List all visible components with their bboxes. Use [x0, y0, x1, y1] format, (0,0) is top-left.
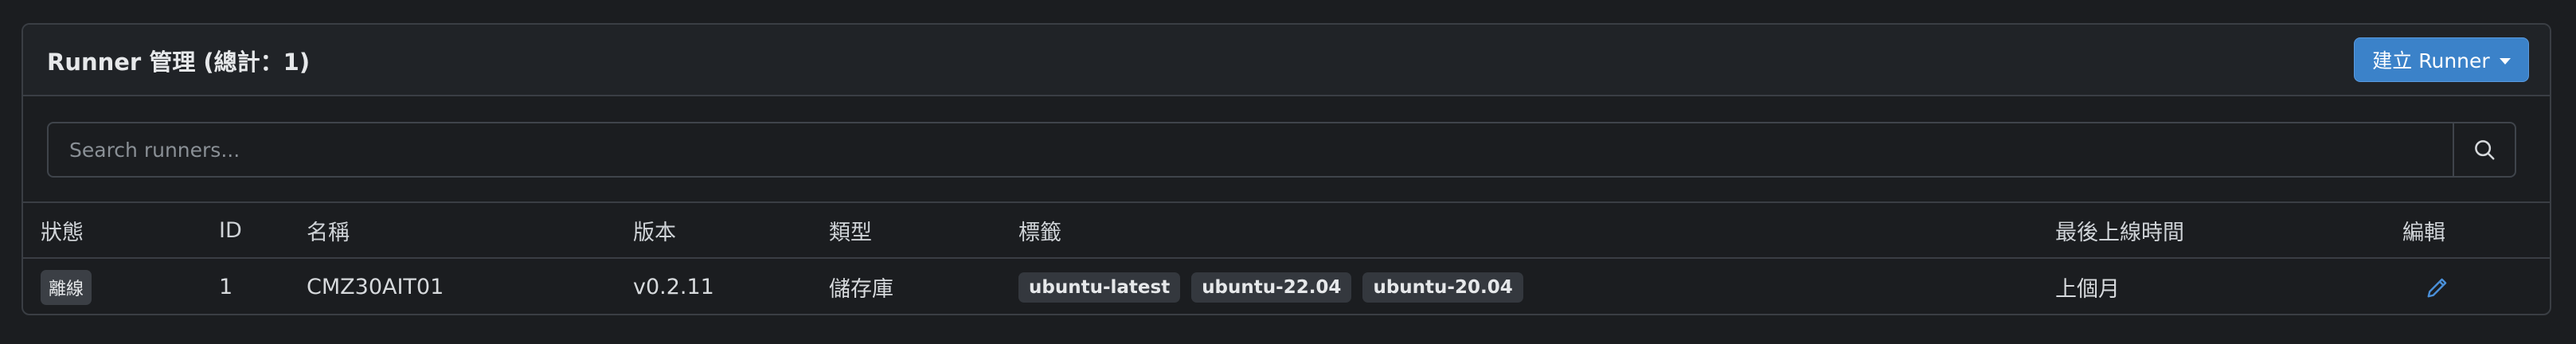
runner-version: v0.2.11 — [633, 275, 714, 299]
status-badge: 離線 — [41, 269, 92, 305]
runner-id: 1 — [219, 275, 233, 299]
column-header-version[interactable]: 版本 — [633, 203, 676, 257]
label-chip: ubuntu-latest — [1018, 272, 1181, 303]
column-header-id[interactable]: ID — [219, 203, 242, 257]
column-header-labels[interactable]: 標籤 — [1018, 203, 1061, 257]
column-header-edit: 編輯 — [2402, 220, 2445, 245]
column-header-type[interactable]: 類型 — [829, 203, 872, 257]
search-icon — [2475, 140, 2495, 160]
column-header-name[interactable]: 名稱 — [307, 203, 350, 257]
table-row: 離線 1 CMZ30AIT01 v0.2.11 儲存庫 ubuntu-lates… — [23, 259, 2550, 314]
label-chip: ubuntu-20.04 — [1362, 272, 1523, 303]
runner-labels: ubuntu-latest ubuntu-22.04 ubuntu-20.04 — [1018, 259, 1523, 314]
pencil-icon — [2427, 278, 2447, 297]
search-button[interactable] — [2453, 122, 2516, 178]
column-header-status[interactable]: 狀態 — [41, 203, 84, 257]
column-header-last-online[interactable]: 最後上線時間 — [2055, 203, 2184, 257]
table-header: 狀態 ID 名稱 版本 類型 標籤 最後上線時間 編輯 — [23, 203, 2550, 259]
runner-last-online: 上個月 — [2055, 277, 2120, 302]
create-runner-label: 建立 Runner — [2372, 49, 2490, 72]
label-chip: ubuntu-22.04 — [1191, 272, 1352, 303]
create-runner-button[interactable]: 建立 Runner — [2354, 37, 2529, 82]
runner-type: 儲存庫 — [829, 277, 893, 302]
panel-header: Runner 管理 (總計：1) 建立 Runner — [23, 25, 2550, 96]
caret-down-icon — [2499, 57, 2511, 64]
runner-management-panel: Runner 管理 (總計：1) 建立 Runner 狀態 ID 名稱 版本 類… — [21, 23, 2551, 315]
page-title: Runner 管理 (總計：1) — [47, 49, 311, 76]
search-input[interactable] — [47, 122, 2454, 178]
search-bar — [23, 96, 2550, 203]
edit-runner-button[interactable] — [2422, 272, 2453, 303]
runner-name: CMZ30AIT01 — [307, 275, 444, 299]
